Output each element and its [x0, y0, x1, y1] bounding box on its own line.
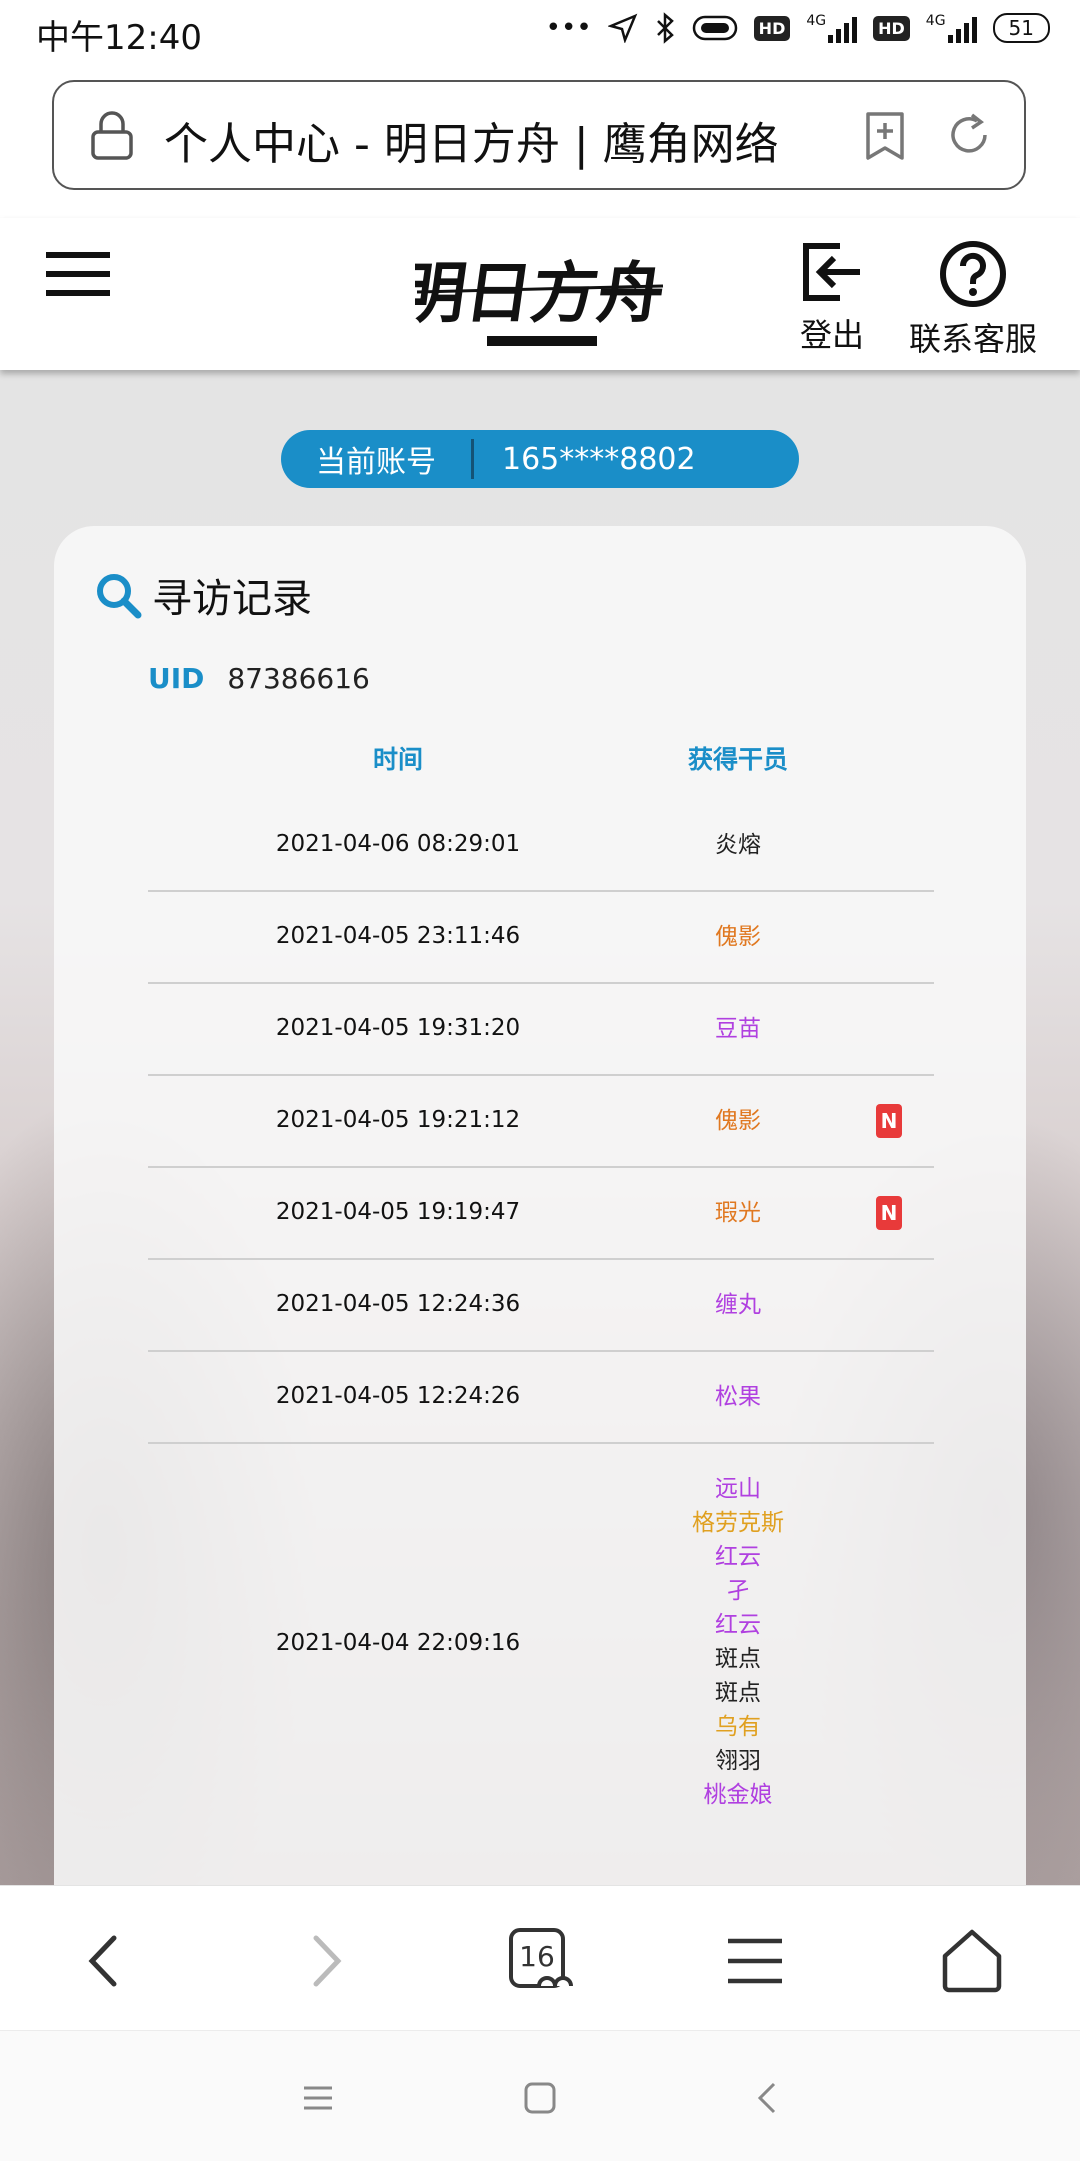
table-row: 2021-04-05 19:19:47 瑕光 N [148, 1168, 934, 1260]
table-row: 2021-04-05 19:21:12 傀影 N [148, 1076, 934, 1168]
record-time: 2021-04-05 19:21:12 [275, 1107, 521, 1133]
operator-name: 瑕光 [715, 1200, 761, 1226]
hd-badge: HD [873, 15, 910, 41]
forward-icon[interactable] [290, 1926, 360, 1996]
help-circle-icon [940, 241, 1006, 307]
records-title: 寻访记录 [152, 576, 312, 622]
operator-name: 桃金娘 [703, 1782, 773, 1808]
table-row: 2021-04-05 19:31:20 豆苗 [148, 984, 934, 1076]
logout-button[interactable]: 登出 [796, 240, 868, 356]
uid-row: UID 87386616 [148, 662, 370, 695]
record-operators: 炎熔 [648, 828, 828, 862]
record-operators: 豆苗 [648, 1012, 828, 1046]
system-nav-bar [0, 2030, 1080, 2161]
system-back-icon[interactable] [748, 2078, 788, 2118]
network-type: 4G [806, 13, 827, 29]
record-time: 2021-04-05 19:19:47 [275, 1199, 521, 1225]
record-time: 2021-04-05 12:24:36 [275, 1291, 521, 1317]
address-bar[interactable]: 个人中心 - 明日方舟 | 鹰角网络 [52, 80, 1026, 190]
customer-service-label: 联系客服 [908, 320, 1037, 358]
header-operator: 获得干员 [687, 745, 788, 774]
record-operators: 远山 格劳克斯 红云孑红云 斑点 斑点 乌有 翎羽 桃金娘 [648, 1472, 828, 1812]
operator-name: 豆苗 [715, 1016, 761, 1042]
record-time: 2021-04-05 12:24:26 [275, 1383, 521, 1409]
operator-name: 松果 [715, 1384, 761, 1410]
status-bar: 中午12:40 ••• HD 4G HD 4G 51 [0, 0, 1080, 70]
svg-text:明日方舟: 明日方舟 [415, 254, 665, 332]
battery-icon: 51 [992, 13, 1050, 43]
lock-icon [91, 111, 133, 160]
nfc-icon [692, 15, 737, 41]
table-row: 2021-04-04 22:09:16 远山 格劳克斯 红云孑红云 斑点 斑点 乌有 翎羽 桃金… [148, 1444, 934, 1844]
status-icons: ••• HD 4G HD 4G 51 [546, 12, 1050, 44]
operator-name: 缠丸 [715, 1292, 761, 1318]
record-operators: 松果 [648, 1380, 828, 1414]
hamburger-menu-icon[interactable] [46, 250, 110, 298]
network-type: 4G [925, 13, 946, 29]
record-time: 2021-04-04 22:09:16 [275, 1630, 521, 1656]
record-operators: 傀影 [648, 920, 828, 954]
record-operators: 瑕光 [648, 1196, 828, 1230]
operator-name: 远山 [715, 1476, 761, 1502]
logout-icon [803, 243, 860, 301]
logout-label: 登出 [799, 316, 864, 354]
more-dots-icon: ••• [545, 13, 592, 43]
table-row: 2021-04-05 12:24:36 缠丸 [148, 1260, 934, 1352]
browser-toolbar: 16 [0, 1885, 1080, 2031]
record-time: 2021-04-05 23:11:46 [275, 923, 521, 949]
table-row: 2021-04-05 23:11:46 傀影 [148, 892, 934, 984]
site-header: 明日方舟 登出 联系客服 [0, 218, 1080, 370]
table-row: 2021-04-05 12:24:26 松果 [148, 1352, 934, 1444]
account-label: 当前账号 [316, 445, 436, 480]
operator-name: 翎羽 [715, 1748, 761, 1774]
tabs-button[interactable]: 16 [505, 1926, 575, 1996]
signal-icon: 4G [806, 13, 858, 43]
operator-name: 炎熔 [715, 832, 761, 858]
record-time: 2021-04-06 08:29:01 [275, 831, 521, 857]
back-icon[interactable] [70, 1926, 140, 1996]
location-icon [607, 13, 637, 43]
new-badge: N [876, 1196, 902, 1230]
record-operators: 缠丸 [648, 1288, 828, 1322]
table-row: 2021-04-06 08:29:01 炎熔 [148, 800, 934, 892]
search-icon [97, 574, 142, 619]
recent-apps-icon[interactable] [298, 2078, 338, 2118]
operator-name: 斑点 [715, 1680, 761, 1706]
uid-value: 87386616 [227, 662, 370, 695]
home-icon[interactable] [937, 1926, 1007, 1996]
new-badge: N [876, 1104, 902, 1138]
site-logo[interactable]: 明日方舟 [395, 236, 669, 356]
home-square-icon[interactable] [520, 2078, 560, 2118]
card-title: 寻访记录 [94, 566, 312, 624]
operator-name: 傀影 [715, 924, 761, 950]
operator-name: 红云 [715, 1612, 761, 1638]
status-time: 中午12:40 [36, 18, 202, 58]
signal-icon: 4G [926, 13, 977, 43]
record-operators: 傀影 [648, 1104, 828, 1138]
account-value: 165****8802 [502, 441, 696, 477]
bookmark-add-icon[interactable] [862, 110, 908, 162]
operator-name: 傀影 [715, 1108, 761, 1134]
header-time: 时间 [372, 745, 423, 774]
browser-menu-icon[interactable] [720, 1926, 790, 1996]
pill-divider [471, 439, 474, 479]
reload-icon[interactable] [944, 110, 994, 160]
customer-service-button[interactable]: 联系客服 [906, 240, 1040, 360]
operator-name: 红云 [715, 1544, 761, 1570]
operator-name: 乌有 [715, 1714, 761, 1740]
bluetooth-icon [656, 12, 674, 44]
logo-mark: 明日方舟 [395, 254, 669, 346]
current-account-pill: 当前账号 165****8802 [281, 430, 799, 488]
operator-name: 孑 [726, 1578, 750, 1604]
gacha-records-card: 寻访记录 UID 87386616 时间 获得干员 2021-04-06 08:… [54, 526, 1026, 1926]
operator-name: 格劳克斯 [692, 1510, 784, 1536]
uid-label: UID [148, 662, 205, 695]
address-text[interactable]: 个人中心 - 明日方舟 | 鹰角网络 [164, 108, 854, 172]
tab-count: 16 [519, 1940, 555, 1973]
records-rows: 2021-04-06 08:29:01 炎熔 2021-04-05 23:11:46… [148, 800, 934, 1844]
hd-badge: HD [753, 15, 791, 41]
operator-name: 斑点 [715, 1646, 761, 1672]
record-time: 2021-04-05 19:31:20 [275, 1015, 521, 1041]
